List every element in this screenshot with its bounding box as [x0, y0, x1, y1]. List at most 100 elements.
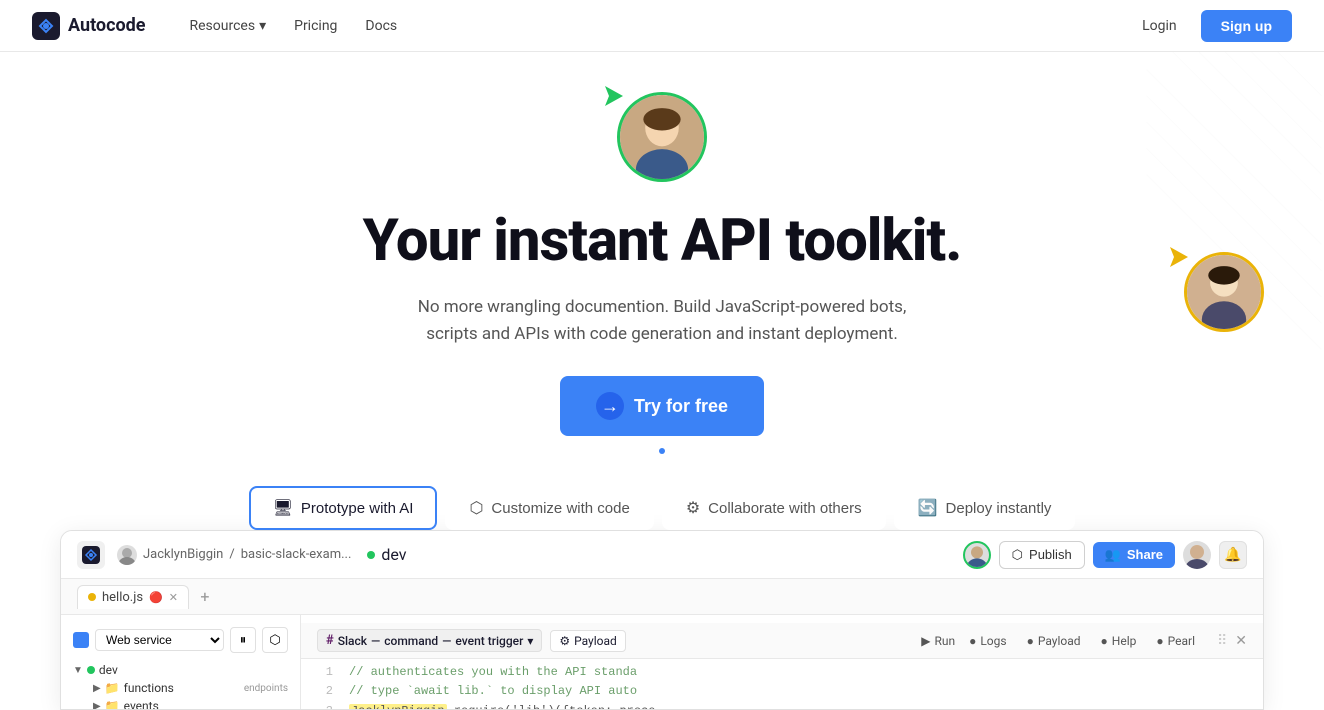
navbar: Autocode Resources ▾ Pricing Docs Login … [0, 0, 1324, 52]
editor-logo [77, 541, 105, 569]
close-editor-button[interactable]: ✕ [1235, 633, 1247, 649]
editor-container: JacklynBiggin / basic-slack-exam... dev … [60, 530, 1264, 710]
share-button[interactable]: 👥 Share [1093, 542, 1175, 568]
dot-indicator [659, 448, 665, 454]
file-tab-label: hello.js [102, 590, 143, 605]
payload-badge[interactable]: ⚙ Payload [550, 630, 625, 652]
code-require: require('lib')({token: proce [454, 704, 656, 710]
tree-functions-folder[interactable]: ▶ 📁 functions endpoints [89, 679, 292, 697]
pearl-button[interactable]: ● Pearl [1150, 632, 1201, 650]
nav-pricing[interactable]: Pricing [282, 12, 349, 40]
folder-icon-2: 📁 [105, 699, 120, 710]
service-select[interactable]: Web service [95, 629, 224, 651]
user-avatar-share [1183, 541, 1211, 569]
floating-avatar-container [1184, 252, 1264, 332]
bg-decoration [1144, 52, 1324, 402]
env-status-dot [367, 551, 375, 559]
logs-label: Logs [980, 634, 1006, 648]
login-button[interactable]: Login [1130, 12, 1189, 40]
tab-deploy-label: Deploy instantly [946, 500, 1052, 517]
logs-button[interactable]: ● Logs [963, 632, 1013, 650]
trigger-chevron: ▾ [527, 634, 533, 648]
tab-prototype[interactable]: 🖥 Prototype with AI [249, 486, 438, 530]
breadcrumb-project: basic-slack-exam... [241, 547, 352, 562]
run-button[interactable]: ▶ Run [921, 634, 955, 648]
trigger-event-label: event trigger [455, 634, 523, 648]
tree-events-folder[interactable]: ▶ 📁 events [89, 697, 292, 710]
tab-deploy[interactable]: 🔄 Deploy instantly [894, 486, 1076, 530]
folder-icon: 📁 [105, 681, 120, 695]
drag-handle[interactable]: ⠿ [1217, 633, 1227, 649]
nav-docs[interactable]: Docs [353, 12, 409, 40]
editor-topbar: JacklynBiggin / basic-slack-exam... dev … [61, 531, 1263, 579]
signup-button[interactable]: Sign up [1201, 10, 1292, 42]
line-code-2[interactable]: // type `await lib.` to display API auto [349, 682, 637, 701]
functions-folder-label: functions [124, 681, 174, 695]
file-tab-close[interactable]: ✕ [169, 591, 178, 604]
run-icon: ▶ [921, 634, 930, 648]
code-line-3: 3 JacklynBiggin require('lib')({token: p… [317, 702, 1247, 710]
hero-avatar [617, 92, 707, 182]
help-dot: ● [1101, 634, 1108, 648]
nav-links: Resources ▾ Pricing Docs [178, 12, 1131, 40]
service-selector-row: Web service ⏸ ⬡ [61, 623, 300, 657]
tree-root[interactable]: ▼ dev [69, 661, 292, 679]
customize-icon: ⬡ [469, 498, 483, 518]
line-code-3[interactable]: JacklynBiggin require('lib')({token: pro… [349, 702, 655, 710]
file-tab-hello[interactable]: hello.js 🔴 ✕ [77, 585, 189, 609]
line-code-1[interactable]: // authenticates you with the API standa [349, 663, 637, 682]
feature-tabs: 🖥 Prototype with AI ⬡ Customize with cod… [0, 478, 1324, 530]
sidebar-action-button-1[interactable]: ⏸ [230, 627, 256, 653]
brand-logo[interactable]: Autocode [32, 12, 146, 40]
logs-dot: ● [969, 634, 976, 648]
payload-button-2[interactable]: ● Payload [1021, 632, 1087, 650]
file-avatar-icon: 🔴 [149, 591, 163, 604]
env-label: dev [381, 545, 406, 564]
code-line-1: 1 // authenticates you with the API stan… [317, 663, 1247, 682]
payload-dot-2: ● [1027, 634, 1034, 648]
pearl-label: Pearl [1168, 634, 1195, 648]
tree-children: ▶ 📁 functions endpoints ▶ 📁 events [69, 679, 292, 710]
publish-button[interactable]: ⬡ Publish [999, 541, 1085, 569]
run-label: Run [934, 634, 955, 648]
code-line-2: 2 // type `await lib.` to display API au… [317, 682, 1247, 701]
events-folder-label: events [124, 699, 159, 710]
tab-collaborate[interactable]: ⚙ Collaborate with others [662, 486, 886, 530]
editor-file-tabs: hello.js 🔴 ✕ + [61, 579, 1263, 615]
publish-label: Publish [1029, 547, 1072, 562]
brand-name: Autocode [68, 15, 146, 36]
hero-avatar-container [617, 92, 707, 198]
floating-avatar-image [1187, 255, 1261, 329]
hero-subtitle: No more wrangling documention. Build Jav… [392, 294, 932, 348]
prototype-icon: 🖥 [273, 498, 293, 518]
autocode-logo-icon [32, 12, 60, 40]
tree-root-label: dev [99, 663, 118, 677]
nav-actions: Login Sign up [1130, 10, 1292, 42]
gear-icon: ⚙ [559, 634, 570, 648]
tab-customize-label: Customize with code [491, 500, 629, 517]
editor-sidebar: Web service ⏸ ⬡ ▼ dev ▶ 📁 functions endp… [61, 615, 301, 710]
sidebar-action-button-2[interactable]: ⬡ [262, 627, 288, 653]
yellow-arrow-icon [1164, 244, 1196, 270]
cta-label: Try for free [634, 396, 728, 417]
pearl-dot: ● [1156, 634, 1163, 648]
publish-icon: ⬡ [1012, 547, 1023, 563]
share-icon: 👥 [1105, 547, 1121, 563]
service-icon [73, 632, 89, 648]
help-button[interactable]: ● Help [1095, 632, 1143, 650]
functions-badge: endpoints [244, 683, 288, 694]
tab-customize[interactable]: ⬡ Customize with code [445, 486, 653, 530]
add-file-tab-button[interactable]: + [193, 585, 217, 609]
tree-status-dot [87, 666, 95, 674]
nav-resources[interactable]: Resources ▾ [178, 12, 279, 40]
notifications-button[interactable]: 🔔 [1219, 541, 1247, 569]
caret-icon: ▼ [73, 665, 83, 676]
deploy-icon: 🔄 [918, 498, 938, 518]
chevron-down-icon: ▾ [259, 18, 266, 34]
trigger-badge: # Slack — command — event trigger ▾ [317, 629, 542, 652]
autocode-small-icon [82, 546, 100, 564]
user-avatar-editor [963, 541, 991, 569]
try-for-free-button[interactable]: → Try for free [560, 376, 764, 436]
editor-actions: ⬡ Publish 👥 Share 🔔 [963, 541, 1247, 569]
payload-label: Payload [574, 634, 617, 648]
